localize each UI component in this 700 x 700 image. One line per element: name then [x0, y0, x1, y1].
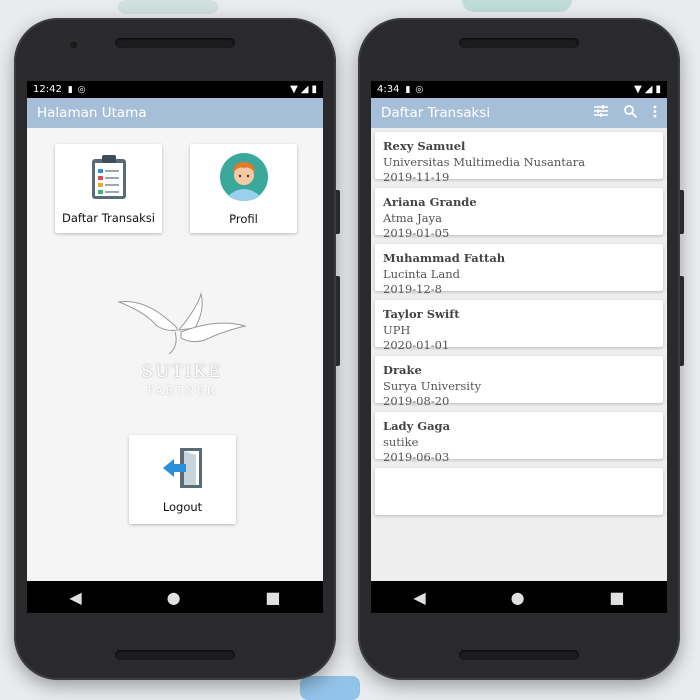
logo-text: SUTIKE	[141, 362, 223, 382]
phone-right: 4:34 ▮ ◎ ▼ ◢ ▮ Daftar Transaksi Rexy Sam…	[358, 18, 684, 680]
transaction-list: Rexy Samuel Universitas Multimedia Nusan…	[371, 128, 667, 515]
transaction-name: Ariana Grande	[383, 195, 477, 209]
battery-icon: ▮	[311, 84, 317, 95]
more-vert-icon[interactable]	[653, 105, 657, 122]
earpiece-speaker	[115, 38, 235, 48]
transaction-place: Lucinta Land	[383, 266, 460, 281]
filter-icon[interactable]	[594, 105, 608, 121]
signal-icon: ◢	[644, 84, 653, 95]
transaction-date: 2019-12-8	[383, 282, 442, 296]
sync-icon: ◎	[77, 84, 86, 95]
transaction-name: Muhammad Fattah	[383, 251, 506, 265]
notification-icon: ▮	[67, 84, 73, 95]
transaction-name: Rexy Samuel	[383, 139, 466, 153]
transaction-date: 2019-01-05	[383, 226, 450, 240]
logout-menu-label: Logout	[162, 499, 203, 514]
logo-subtext: PARTNER	[147, 384, 217, 397]
transaction-date: 2020-01-01	[383, 338, 450, 352]
transaction-card[interactable]: Lady Gaga sutike 2019-06-03	[375, 412, 663, 464]
transaction-place: Surya University	[383, 378, 482, 393]
home-icon[interactable]: ●	[511, 588, 525, 607]
transaction-card[interactable]: Taylor Swift UPH 2020-01-01	[375, 300, 663, 352]
search-icon[interactable]	[624, 104, 638, 122]
background-shape	[462, 0, 572, 12]
transaction-place: sutike	[383, 434, 419, 449]
transactions-menu-label: Daftar Transaksi	[62, 210, 155, 225]
transaction-card[interactable]: Ariana Grande Atma Jaya 2019-01-05	[375, 188, 663, 240]
power-button	[336, 190, 340, 234]
status-bar: 12:42 ▮ ◎ ▼ ◢ ▮	[27, 81, 323, 98]
notification-icon: ▮	[405, 84, 411, 95]
wifi-icon: ▼	[634, 84, 642, 95]
home-content: Daftar Transaksi Profil SUTIKE PARTNER L…	[27, 128, 323, 581]
transaction-place: Atma Jaya	[383, 210, 442, 225]
background-shape	[118, 0, 218, 14]
logout-door-icon	[160, 446, 206, 494]
logout-menu-card[interactable]: Logout	[129, 435, 236, 524]
profile-menu-label: Profil	[229, 211, 258, 226]
transaction-date: 2019-06-03	[383, 450, 450, 464]
app-logo: SUTIKE PARTNER	[117, 288, 247, 397]
bottom-speaker	[115, 650, 235, 660]
back-icon[interactable]: ◀	[413, 588, 425, 607]
front-camera	[69, 40, 79, 50]
transactions-menu-card[interactable]: Daftar Transaksi	[55, 144, 162, 233]
transaction-name: Taylor Swift	[383, 307, 460, 321]
transaction-card[interactable]: Rexy Samuel Universitas Multimedia Nusan…	[375, 132, 663, 184]
transaction-card[interactable]: Muhammad Fattah Lucinta Land 2019-12-8	[375, 244, 663, 296]
avatar-icon	[219, 152, 269, 206]
phone-left: 12:42 ▮ ◎ ▼ ◢ ▮ Halaman Utama Daftar Tra…	[14, 18, 340, 680]
volume-button	[680, 276, 684, 366]
navigation-bar: ◀ ● ■	[27, 581, 323, 613]
status-time: 4:34	[377, 84, 400, 95]
navigation-bar: ◀ ● ■	[371, 581, 667, 613]
recents-icon[interactable]: ■	[265, 588, 280, 607]
sync-icon: ◎	[415, 84, 424, 95]
background-shape	[300, 676, 360, 700]
wifi-icon: ▼	[290, 84, 298, 95]
earpiece-speaker	[459, 38, 579, 48]
battery-icon: ▮	[655, 84, 661, 95]
app-bar: Halaman Utama	[27, 98, 323, 128]
transaction-card-partial[interactable]	[375, 468, 663, 515]
clipboard-icon	[89, 153, 129, 205]
transaction-list-area: Rexy Samuel Universitas Multimedia Nusan…	[371, 128, 667, 581]
volume-button	[336, 276, 340, 366]
app-title: Daftar Transaksi	[381, 105, 491, 121]
back-icon[interactable]: ◀	[69, 588, 81, 607]
transaction-place: Universitas Multimedia Nusantara	[383, 154, 586, 169]
status-time: 12:42	[33, 84, 62, 95]
profile-menu-card[interactable]: Profil	[190, 144, 297, 233]
power-button	[680, 190, 684, 234]
signal-icon: ◢	[300, 84, 309, 95]
app-title: Halaman Utama	[37, 105, 147, 121]
bottom-speaker	[459, 650, 579, 660]
transaction-date: 2019-08-20	[383, 394, 450, 408]
transactions-screen: 4:34 ▮ ◎ ▼ ◢ ▮ Daftar Transaksi Rexy Sam…	[371, 81, 667, 613]
home-icon[interactable]: ●	[167, 588, 181, 607]
transaction-card[interactable]: Drake Surya University 2019-08-20	[375, 356, 663, 408]
transaction-place: UPH	[383, 322, 411, 337]
home-screen: 12:42 ▮ ◎ ▼ ◢ ▮ Halaman Utama Daftar Tra…	[27, 81, 323, 613]
bird-logo-icon	[117, 292, 247, 355]
status-bar: 4:34 ▮ ◎ ▼ ◢ ▮	[371, 81, 667, 98]
transaction-name: Drake	[383, 363, 422, 377]
transaction-date: 2019-11-19	[383, 170, 450, 184]
app-bar: Daftar Transaksi	[371, 98, 667, 128]
recents-icon[interactable]: ■	[609, 588, 624, 607]
transaction-name: Lady Gaga	[383, 419, 451, 433]
